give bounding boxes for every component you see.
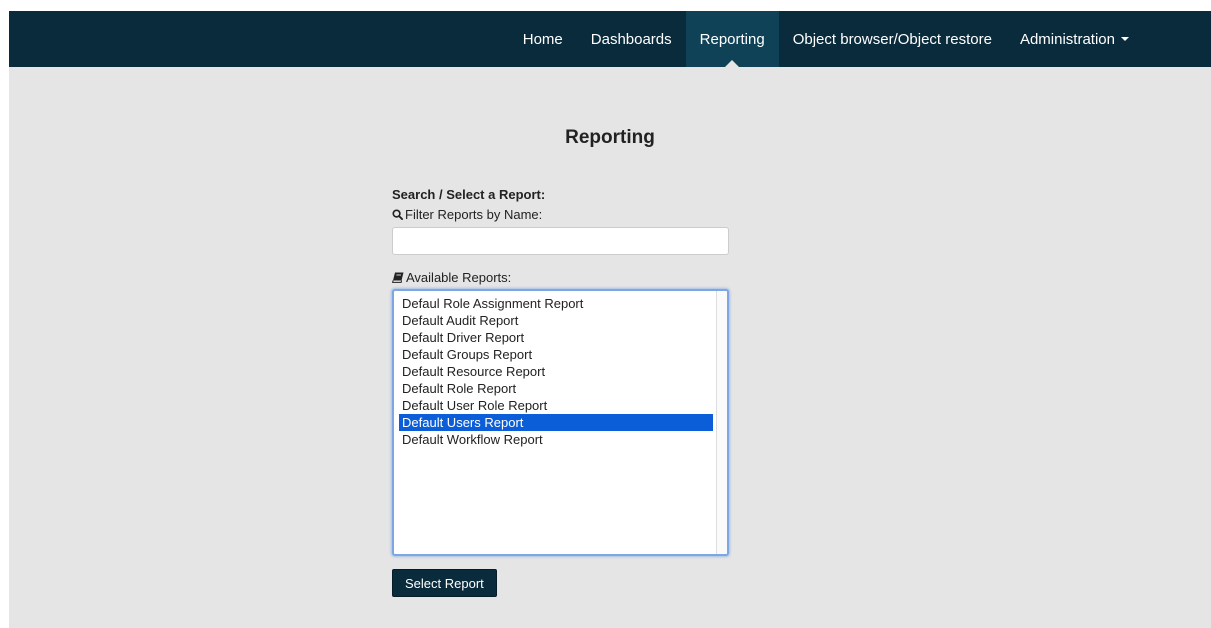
available-reports-label-text: Available Reports:: [406, 269, 512, 285]
report-option[interactable]: Default Groups Report: [399, 346, 713, 363]
report-selection-panel: Search / Select a Report: Filter Reports…: [392, 187, 732, 597]
app-frame: Home Dashboards Reporting Object browser…: [9, 11, 1211, 628]
nav-item-home[interactable]: Home: [509, 11, 577, 67]
nav-item-object-browser[interactable]: Object browser/Object restore: [779, 11, 1006, 67]
available-reports-listbox[interactable]: Defaul Role Assignment Report Default Au…: [392, 289, 729, 556]
report-option[interactable]: Default User Role Report: [399, 397, 713, 414]
nav-item-label: Dashboards: [590, 30, 672, 48]
report-option[interactable]: Default Role Report: [399, 380, 713, 397]
filter-reports-input[interactable]: [392, 227, 729, 255]
search-icon: [392, 208, 403, 220]
search-heading: Search / Select a Report:: [392, 187, 546, 202]
nav-item-label: Home: [522, 30, 563, 48]
report-list: Defaul Role Assignment Report Default Au…: [399, 295, 713, 448]
nav-item-label: Administration: [1019, 30, 1115, 48]
report-option[interactable]: Default Workflow Report: [399, 431, 713, 448]
nav-menu: Home Dashboards Reporting Object browser…: [509, 11, 1143, 67]
nav-item-reporting[interactable]: Reporting: [685, 11, 779, 67]
filter-label: Filter Reports by Name:: [392, 206, 732, 222]
report-option[interactable]: Default Driver Report: [399, 329, 713, 346]
caret-down-icon: [1121, 37, 1129, 41]
report-option[interactable]: Default Resource Report: [399, 363, 713, 380]
page-title: Reporting: [565, 127, 655, 148]
top-navbar: Home Dashboards Reporting Object browser…: [9, 11, 1211, 67]
nav-item-label: Object browser/Object restore: [792, 30, 992, 48]
nav-item-label: Reporting: [699, 30, 765, 48]
nav-item-dashboards[interactable]: Dashboards: [577, 11, 686, 67]
select-report-button[interactable]: Select Report: [392, 569, 497, 597]
report-option[interactable]: Default Audit Report: [399, 312, 713, 329]
listbox-scrollbar[interactable]: [716, 291, 727, 554]
available-reports-label: Available Reports:: [392, 269, 732, 285]
report-option[interactable]: Defaul Role Assignment Report: [399, 295, 713, 312]
filter-label-text: Filter Reports by Name:: [405, 206, 543, 222]
book-icon: [392, 272, 404, 283]
report-option-selected[interactable]: Default Users Report: [399, 414, 713, 431]
nav-item-administration[interactable]: Administration: [1006, 11, 1143, 67]
